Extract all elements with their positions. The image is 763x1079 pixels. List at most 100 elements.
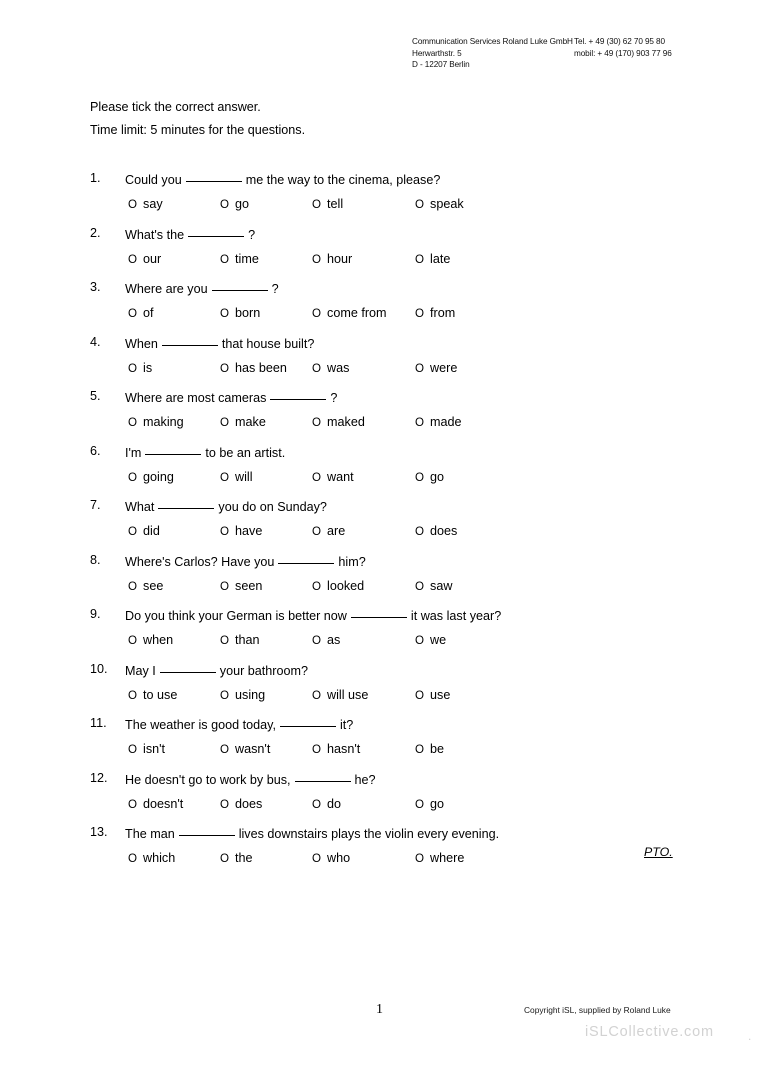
answer-option[interactable]: Osay bbox=[128, 196, 220, 213]
answer-blank[interactable] bbox=[185, 170, 242, 182]
answer-option[interactable]: Obe bbox=[415, 741, 444, 758]
radio-circle-icon[interactable]: O bbox=[415, 360, 424, 377]
radio-circle-icon[interactable]: O bbox=[128, 632, 137, 649]
radio-circle-icon[interactable]: O bbox=[128, 251, 137, 268]
radio-circle-icon[interactable]: O bbox=[415, 305, 424, 322]
answer-option[interactable]: Owe bbox=[415, 632, 446, 649]
answer-option[interactable]: Oare bbox=[312, 523, 415, 540]
answer-option[interactable]: Osaw bbox=[415, 578, 452, 595]
answer-option[interactable]: Ohave bbox=[220, 523, 312, 540]
radio-circle-icon[interactable]: O bbox=[220, 741, 229, 758]
answer-blank[interactable] bbox=[211, 279, 268, 291]
answer-option[interactable]: Othan bbox=[220, 632, 312, 649]
answer-option[interactable]: Ogo bbox=[220, 196, 312, 213]
answer-blank[interactable] bbox=[159, 661, 216, 673]
answer-option[interactable]: Ogo bbox=[415, 469, 444, 486]
radio-circle-icon[interactable]: O bbox=[312, 632, 321, 649]
answer-option[interactable]: Ouse bbox=[415, 687, 450, 704]
answer-blank[interactable] bbox=[188, 225, 245, 237]
answer-option[interactable]: Oour bbox=[128, 251, 220, 268]
radio-circle-icon[interactable]: O bbox=[312, 360, 321, 377]
radio-circle-icon[interactable]: O bbox=[415, 251, 424, 268]
answer-option[interactable]: Oborn bbox=[220, 305, 312, 322]
answer-blank[interactable] bbox=[158, 497, 215, 509]
answer-blank[interactable] bbox=[270, 388, 327, 400]
answer-option[interactable]: Owere bbox=[415, 360, 457, 377]
answer-option[interactable]: Owill bbox=[220, 469, 312, 486]
radio-circle-icon[interactable]: O bbox=[220, 850, 229, 867]
radio-circle-icon[interactable]: O bbox=[128, 196, 137, 213]
answer-option[interactable]: Owho bbox=[312, 850, 415, 867]
radio-circle-icon[interactable]: O bbox=[220, 796, 229, 813]
radio-circle-icon[interactable]: O bbox=[415, 196, 424, 213]
answer-blank[interactable] bbox=[145, 443, 202, 455]
radio-circle-icon[interactable]: O bbox=[415, 469, 424, 486]
radio-circle-icon[interactable]: O bbox=[220, 523, 229, 540]
radio-circle-icon[interactable]: O bbox=[220, 196, 229, 213]
radio-circle-icon[interactable]: O bbox=[312, 469, 321, 486]
answer-option[interactable]: Othe bbox=[220, 850, 312, 867]
radio-circle-icon[interactable]: O bbox=[220, 305, 229, 322]
answer-option[interactable]: Otell bbox=[312, 196, 415, 213]
answer-option[interactable]: Ofrom bbox=[415, 305, 455, 322]
radio-circle-icon[interactable]: O bbox=[220, 632, 229, 649]
radio-circle-icon[interactable]: O bbox=[312, 850, 321, 867]
radio-circle-icon[interactable]: O bbox=[312, 414, 321, 431]
answer-option[interactable]: Oisn't bbox=[128, 741, 220, 758]
answer-option[interactable]: Ospeak bbox=[415, 196, 464, 213]
radio-circle-icon[interactable]: O bbox=[415, 850, 424, 867]
radio-circle-icon[interactable]: O bbox=[415, 741, 424, 758]
answer-option[interactable]: Omaked bbox=[312, 414, 415, 431]
radio-circle-icon[interactable]: O bbox=[312, 741, 321, 758]
answer-option[interactable]: Osee bbox=[128, 578, 220, 595]
answer-option[interactable]: Owasn't bbox=[220, 741, 312, 758]
answer-option[interactable]: Omade bbox=[415, 414, 462, 431]
answer-option[interactable]: Ois bbox=[128, 360, 220, 377]
answer-option[interactable]: Omaking bbox=[128, 414, 220, 431]
radio-circle-icon[interactable]: O bbox=[415, 796, 424, 813]
radio-circle-icon[interactable]: O bbox=[312, 796, 321, 813]
radio-circle-icon[interactable]: O bbox=[128, 469, 137, 486]
radio-circle-icon[interactable]: O bbox=[128, 360, 137, 377]
radio-circle-icon[interactable]: O bbox=[220, 251, 229, 268]
answer-option[interactable]: Odoesn't bbox=[128, 796, 220, 813]
radio-circle-icon[interactable]: O bbox=[128, 414, 137, 431]
answer-blank[interactable] bbox=[178, 824, 235, 836]
radio-circle-icon[interactable]: O bbox=[220, 469, 229, 486]
radio-circle-icon[interactable]: O bbox=[415, 578, 424, 595]
radio-circle-icon[interactable]: O bbox=[128, 850, 137, 867]
radio-circle-icon[interactable]: O bbox=[220, 687, 229, 704]
radio-circle-icon[interactable]: O bbox=[415, 632, 424, 649]
answer-option[interactable]: Odoes bbox=[220, 796, 312, 813]
radio-circle-icon[interactable]: O bbox=[128, 796, 137, 813]
radio-circle-icon[interactable]: O bbox=[128, 741, 137, 758]
radio-circle-icon[interactable]: O bbox=[415, 414, 424, 431]
answer-blank[interactable] bbox=[294, 770, 351, 782]
answer-option[interactable]: Ohour bbox=[312, 251, 415, 268]
radio-circle-icon[interactable]: O bbox=[128, 305, 137, 322]
answer-option[interactable]: Oto use bbox=[128, 687, 220, 704]
answer-option[interactable]: Ocome from bbox=[312, 305, 415, 322]
answer-option[interactable]: Ohasn't bbox=[312, 741, 415, 758]
answer-option[interactable]: Owhere bbox=[415, 850, 464, 867]
answer-option[interactable]: Owant bbox=[312, 469, 415, 486]
radio-circle-icon[interactable]: O bbox=[220, 578, 229, 595]
answer-option[interactable]: Ohas been bbox=[220, 360, 312, 377]
radio-circle-icon[interactable]: O bbox=[312, 305, 321, 322]
answer-option[interactable]: Otime bbox=[220, 251, 312, 268]
radio-circle-icon[interactable]: O bbox=[312, 196, 321, 213]
answer-option[interactable]: Owas bbox=[312, 360, 415, 377]
answer-option[interactable]: Odid bbox=[128, 523, 220, 540]
answer-blank[interactable] bbox=[350, 606, 407, 618]
radio-circle-icon[interactable]: O bbox=[220, 414, 229, 431]
answer-blank[interactable] bbox=[278, 552, 335, 564]
radio-circle-icon[interactable]: O bbox=[220, 360, 229, 377]
radio-circle-icon[interactable]: O bbox=[128, 578, 137, 595]
answer-option[interactable]: Owhich bbox=[128, 850, 220, 867]
answer-option[interactable]: Owhen bbox=[128, 632, 220, 649]
radio-circle-icon[interactable]: O bbox=[128, 523, 137, 540]
answer-option[interactable]: Owill use bbox=[312, 687, 415, 704]
answer-option[interactable]: Omake bbox=[220, 414, 312, 431]
radio-circle-icon[interactable]: O bbox=[415, 523, 424, 540]
answer-option[interactable]: Olate bbox=[415, 251, 450, 268]
